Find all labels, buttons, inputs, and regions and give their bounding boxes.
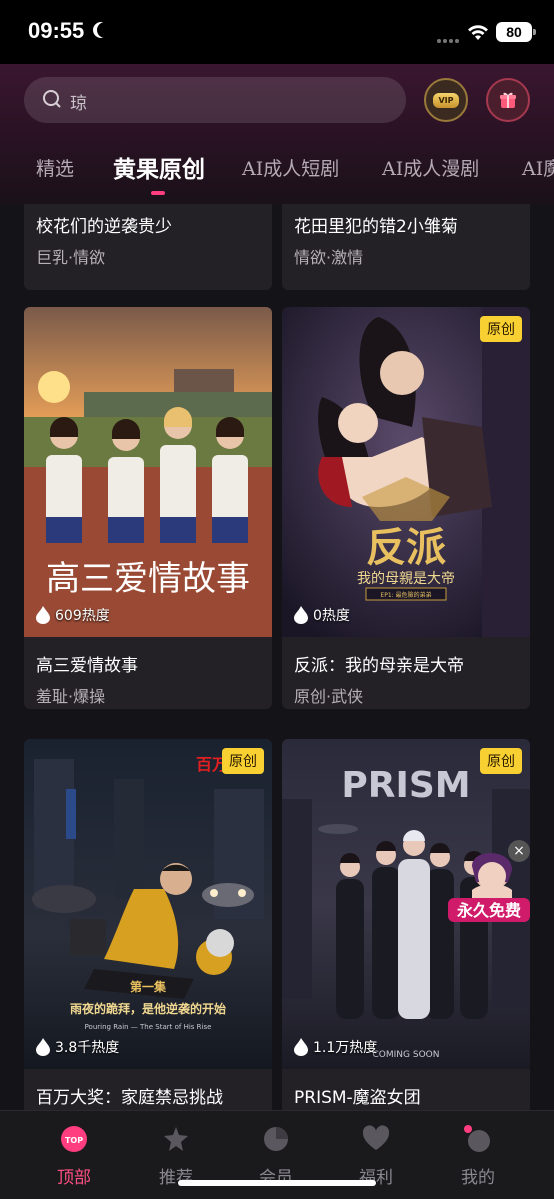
card-tags: 情欲·激情 xyxy=(294,248,364,267)
card-title: 高三爱情故事 xyxy=(36,656,138,676)
card-tags: 巨乳·情欲 xyxy=(36,248,106,267)
search-input[interactable]: 琼 xyxy=(24,77,406,123)
search-icon xyxy=(43,90,61,108)
category-tabs: 精选 黄果原创 AI成人短剧 AI成人漫剧 AI魔 xyxy=(0,150,554,200)
video-card[interactable]: 高三爱情故事 609热度 高三爱情故事 羞耻·爆操 xyxy=(24,307,272,709)
card-title: PRISM-魔盗女团 xyxy=(294,1088,421,1108)
flame-icon xyxy=(294,1038,308,1056)
gift-icon xyxy=(500,92,516,108)
original-badge: 原创 xyxy=(480,316,522,342)
cover-caption-text: 雨夜的跪拜，是他逆袭的开始 xyxy=(70,1001,226,1016)
content-feed[interactable]: 校花们的逆袭贵少 巨乳·情欲 花田里犯的错2小雏菊 情欲·激情 高三爱情故事 6… xyxy=(0,204,554,1110)
gift-button[interactable] xyxy=(486,78,530,122)
video-card[interactable]: 第一集 雨夜的跪拜，是他逆袭的开始 Pouring Rain — The Sta… xyxy=(24,739,272,1110)
cover-episode-text: 第一集 xyxy=(130,979,167,994)
top-icon: TOP xyxy=(61,1126,87,1152)
tab-ai-more[interactable]: AI魔 xyxy=(522,154,554,181)
do-not-disturb-icon xyxy=(97,22,113,38)
vip-icon: VIP xyxy=(433,92,459,108)
card-tags: 羞耻·爆操 xyxy=(36,687,106,706)
cellular-signal-icon xyxy=(437,28,461,43)
battery-indicator: 80 xyxy=(496,22,536,42)
video-card[interactable]: 花田里犯的错2小雏菊 情欲·激情 xyxy=(282,204,530,290)
cover-title-text: 高三爱情故事 xyxy=(46,559,250,599)
heat-count: 3.8千热度 xyxy=(36,1037,119,1057)
nav-item-top[interactable]: TOP 顶部 xyxy=(24,1111,124,1199)
tab-ai-comic-drama[interactable]: AI成人漫剧 xyxy=(382,154,479,181)
cover-subtitle-text: COMING SOON xyxy=(373,1050,440,1060)
tab-featured[interactable]: 精选 xyxy=(36,154,74,181)
wifi-icon xyxy=(468,25,488,40)
card-cover-image: 高三爱情故事 xyxy=(24,307,272,637)
cover-episode-text: EP1: 最危險的弟弟 xyxy=(380,591,431,599)
card-tags: 原创·武侠 xyxy=(294,687,364,706)
original-badge: 原创 xyxy=(480,748,522,774)
flame-icon xyxy=(36,606,50,624)
tab-original[interactable]: 黄果原创 xyxy=(113,150,205,184)
video-card[interactable]: 校花们的逆袭贵少 巨乳·情欲 xyxy=(24,204,272,290)
nav-label: 我的 xyxy=(461,1168,495,1188)
status-time: 09:55 xyxy=(28,18,85,43)
card-cover-image: 反派 我的母親是大帝 EP1: 最危險的弟弟 xyxy=(282,307,530,637)
card-cover-image: 第一集 雨夜的跪拜，是他逆袭的开始 Pouring Rain — The Sta… xyxy=(24,739,272,1069)
heart-icon xyxy=(362,1125,390,1150)
cover-caption-en-text: Pouring Rain — The Start of His Rise xyxy=(85,1023,212,1031)
nav-label: 顶部 xyxy=(57,1168,91,1188)
profile-icon xyxy=(464,1125,490,1152)
cover-title-text: 反派 xyxy=(366,524,446,571)
nav-item-profile[interactable]: 我的 xyxy=(428,1111,528,1199)
star-icon xyxy=(164,1127,188,1151)
floating-ad-text: 永久免费 xyxy=(456,901,521,920)
card-title: 校花们的逆袭贵少 xyxy=(36,217,172,237)
card-title: 花田里犯的错2小雏菊 xyxy=(294,217,458,237)
close-ad-button[interactable]: × xyxy=(508,840,530,862)
flame-icon xyxy=(36,1038,50,1056)
svg-text:TOP: TOP xyxy=(65,1136,83,1145)
cover-subtitle-text: 我的母親是大帝 xyxy=(357,571,455,587)
member-icon xyxy=(264,1127,288,1151)
active-tab-indicator xyxy=(151,191,165,195)
video-card[interactable]: 反派 我的母親是大帝 EP1: 最危險的弟弟 原创 0热度 反派：我的母亲是大帝… xyxy=(282,307,530,709)
original-badge: 原创 xyxy=(222,748,264,774)
app-header: 琼 VIP 精选 黄果原创 AI成人短剧 AI成人漫剧 AI魔 xyxy=(0,64,554,204)
card-title: 反派：我的母亲是大帝 xyxy=(294,656,464,676)
status-bar: 09:55 80 xyxy=(0,0,554,64)
vip-button[interactable]: VIP xyxy=(424,78,468,122)
heat-count: 0热度 xyxy=(294,605,350,625)
tab-ai-short-drama[interactable]: AI成人短剧 xyxy=(242,154,339,181)
cover-title-text: PRISM xyxy=(341,765,470,806)
heat-count: 1.1万热度 xyxy=(294,1037,377,1057)
flame-icon xyxy=(294,606,308,624)
search-placeholder: 琼 xyxy=(70,94,87,114)
card-title: 百万大奖：家庭禁忌挑战 xyxy=(36,1088,223,1108)
heat-count: 609热度 xyxy=(36,605,110,625)
home-indicator xyxy=(178,1180,376,1186)
